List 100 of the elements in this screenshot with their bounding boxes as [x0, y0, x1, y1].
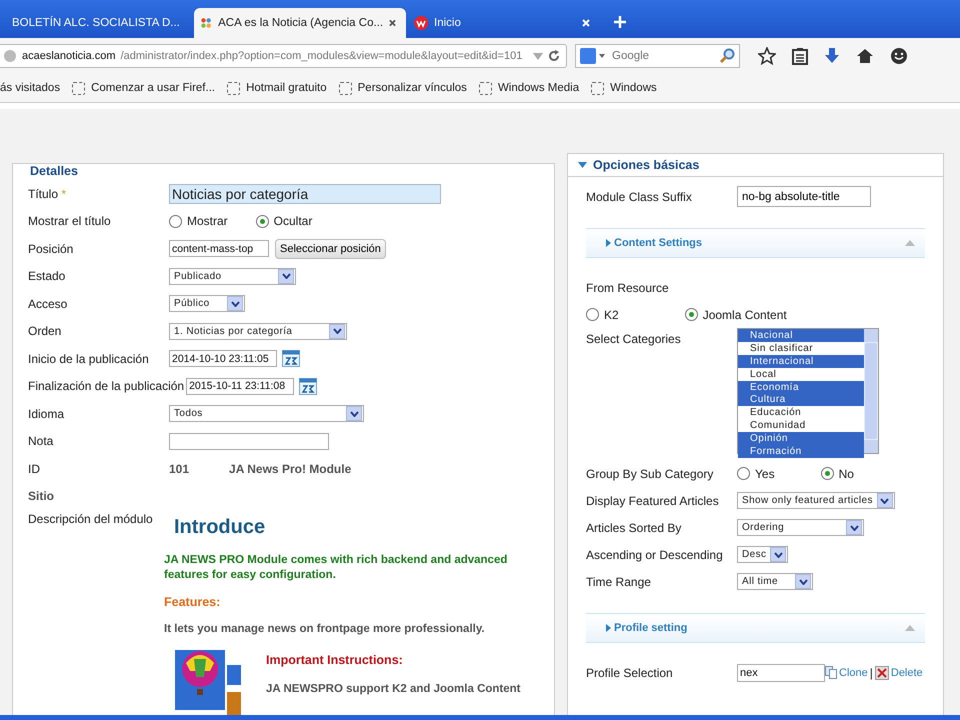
list-option[interactable]: Internacional: [738, 354, 864, 368]
field-label: Articles Sorted By: [586, 520, 682, 534]
field-label: Select Categories: [586, 332, 682, 346]
list-option[interactable]: Comunidad: [738, 419, 864, 432]
radio-label: K2: [604, 308, 619, 322]
dropdown[interactable]: Todos: [169, 405, 364, 422]
field-label: Module Class Suffix: [586, 190, 693, 204]
address-bar[interactable]: acaeslanoticia.com /administrator/index.php?option=com_modules&view=module&layout=edit&id=101: [0, 44, 567, 68]
bookmark-icon: [591, 82, 604, 94]
profile-field[interactable]: nex: [737, 664, 825, 682]
radio-label: Yes: [755, 466, 775, 480]
search-icon[interactable]: [719, 48, 735, 64]
star-icon[interactable]: [758, 47, 776, 65]
select-position-button[interactable]: Seleccionar posición: [275, 238, 386, 259]
field-label: Posición: [28, 242, 74, 256]
panel-legend: Detalles: [28, 164, 80, 178]
delete-icon: [874, 666, 889, 680]
note-field[interactable]: [169, 432, 329, 450]
copy-icon: [825, 666, 837, 679]
module-type: JA News Pro! Module: [229, 462, 352, 476]
field-label: Acceso: [28, 296, 68, 311]
calendar-icon[interactable]: [282, 350, 300, 368]
browser-tab[interactable]: Inicio: [408, 8, 600, 38]
search-field[interactable]: Google: [575, 44, 740, 68]
field-label: Nota: [28, 434, 54, 448]
field-label: ID: [28, 462, 41, 476]
clone-link[interactable]: Clone: [825, 666, 868, 679]
id-value: 101: [169, 462, 190, 476]
bookmark-link[interactable]: Personalizar vínculos: [358, 82, 467, 94]
collapse-arrow-icon: [905, 625, 915, 631]
bookmark-link[interactable]: Hotmail gratuito: [246, 82, 327, 94]
bookmark-icon: [478, 82, 492, 94]
search-engine-icon[interactable]: [580, 48, 606, 64]
globe-icon: [3, 49, 17, 63]
radio-button[interactable]: [820, 467, 834, 480]
date-field[interactable]: 2014-10-10 23:11:05: [169, 350, 277, 368]
dropdown[interactable]: Show only featured articles: [737, 492, 895, 509]
field-label: Inicio de la publicación: [28, 352, 150, 366]
description-heading: Introduce: [174, 516, 266, 539]
calendar-icon[interactable]: [299, 378, 318, 395]
list-option[interactable]: Formación: [738, 445, 864, 458]
dropdown[interactable]: All time: [737, 573, 813, 590]
field-label: From Resource: [586, 280, 670, 294]
field-label: Mostrar el título: [28, 214, 112, 228]
class-suffix-field[interactable]: no-bg absolute-title: [737, 186, 871, 207]
smiley-icon[interactable]: [890, 47, 908, 65]
delete-link[interactable]: Delete: [874, 666, 923, 680]
position-field[interactable]: content-mass-top: [169, 240, 269, 258]
list-option[interactable]: Cultura: [738, 393, 864, 406]
radio-label: Ocultar: [274, 214, 312, 228]
title-field[interactable]: Noticias por categoría: [169, 184, 441, 204]
bookmark-link[interactable]: ás visitados: [0, 82, 60, 94]
field-label: Descripción del módulo: [28, 512, 154, 526]
radio-button[interactable]: [586, 308, 599, 321]
radio-label: Mostrar: [187, 214, 228, 228]
date-field[interactable]: 2015-10-11 23:11:08: [186, 378, 294, 395]
radio-button[interactable]: [684, 308, 698, 321]
bookmark-icon: [338, 82, 352, 94]
field-label: Display Featured Articles: [586, 494, 720, 508]
dropdown[interactable]: Público: [169, 295, 245, 312]
section-header[interactable]: Profile setting: [586, 613, 925, 643]
collapse-arrow-icon: [905, 240, 915, 246]
separator-text: |: [870, 666, 873, 680]
dropdown[interactable]: 1. Noticias por categoría: [169, 322, 347, 340]
field-label: Ascending or Descending: [586, 548, 724, 562]
field-label: Sitio: [28, 489, 55, 504]
field-label: Idioma: [28, 406, 66, 421]
section-header[interactable]: Content Settings: [586, 228, 925, 258]
radio-button[interactable]: [169, 214, 182, 228]
radio-button[interactable]: [737, 467, 750, 480]
clipboard-icon[interactable]: [792, 47, 808, 65]
intro-text: JA NEWS PRO Module comes with rich backend and advanced features for easy configuration.: [164, 553, 508, 583]
list-option[interactable]: Economía: [738, 380, 864, 394]
list-option[interactable]: Sin clasificar: [738, 342, 864, 355]
dropdown[interactable]: Publicado: [169, 268, 296, 285]
list-option[interactable]: Local: [738, 368, 864, 381]
radio-button[interactable]: [256, 214, 269, 228]
new-tab-icon[interactable]: [614, 16, 626, 28]
bookmark-link[interactable]: Windows Media: [498, 82, 580, 94]
browser-tab[interactable]: BOLETÍN ALC. SOCIALISTA D...: [0, 8, 192, 38]
browser-tab[interactable]: ACA es la Noticia (Agencia Co...: [194, 8, 406, 38]
bookmark-link[interactable]: Windows: [610, 82, 657, 94]
expand-arrow-icon: [606, 239, 611, 247]
close-icon[interactable]: [389, 19, 396, 27]
field-label: Finalización de la publicación: [28, 379, 184, 394]
list-option[interactable]: Educación: [738, 406, 864, 420]
bookmark-link[interactable]: Comenzar a usar Firef...: [91, 82, 216, 94]
field-label: Time Range: [586, 574, 652, 588]
joomla-icon: [200, 16, 212, 30]
options-header[interactable]: Opciones básicas: [568, 154, 943, 177]
dropdown[interactable]: Desc: [737, 546, 788, 563]
download-icon[interactable]: [824, 47, 840, 65]
radio-label: No: [838, 466, 854, 480]
reload-icon[interactable]: [548, 50, 560, 62]
dropdown[interactable]: Ordering: [737, 519, 864, 536]
scrollbar[interactable]: [864, 329, 878, 453]
list-option[interactable]: Nacional: [738, 329, 864, 342]
home-icon[interactable]: [856, 47, 874, 65]
features-heading: Features:: [164, 595, 222, 609]
list-option[interactable]: Opinión: [738, 432, 864, 446]
